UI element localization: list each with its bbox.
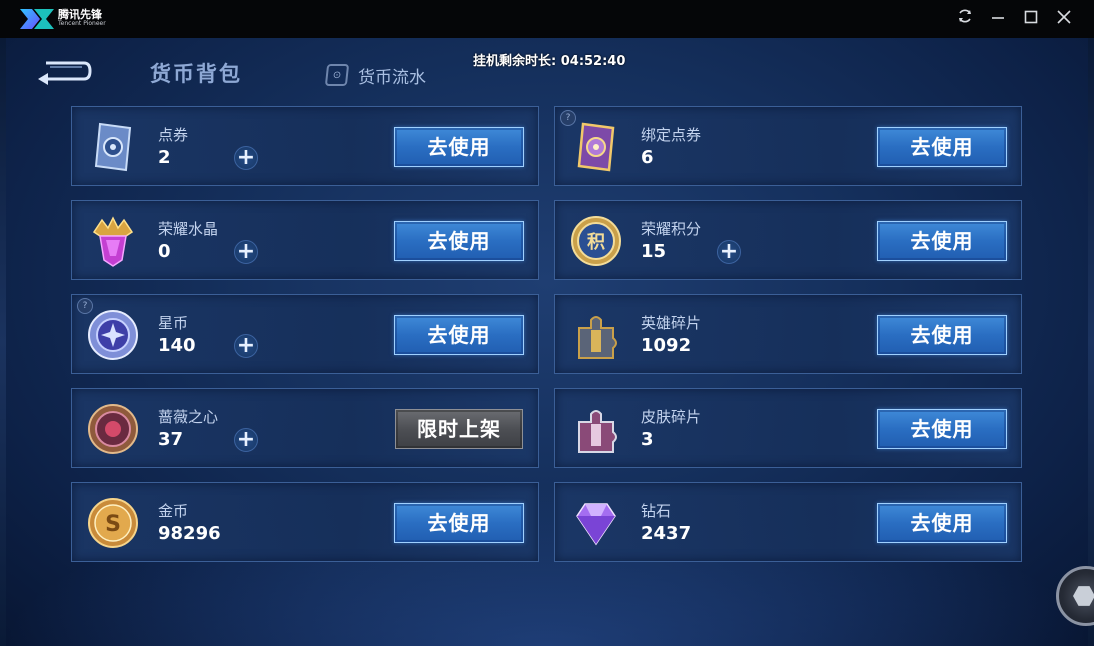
currency-card-rose-heart: 蔷薇之心 37 + 限时上架 <box>71 388 539 468</box>
currency-card-diamond: 钻石 2437 去使用 <box>554 482 1022 562</box>
use-gold-coin-button[interactable]: 去使用 <box>394 503 524 543</box>
star-coin-icon <box>88 310 138 360</box>
currency-name: 皮肤碎片 <box>641 408 702 426</box>
currency-value: 37 <box>158 429 184 450</box>
close-icon[interactable] <box>1053 8 1075 30</box>
currency-value: 140 <box>158 335 196 356</box>
currency-name: 荣耀积分 <box>641 220 702 238</box>
currency-card-bound-coupon: ? 绑定点券 6 去使用 <box>554 106 1022 186</box>
app-name: 腾讯先锋 <box>58 8 102 21</box>
currency-value: 0 <box>158 241 171 262</box>
rose-heart-icon <box>88 404 138 454</box>
currency-card-gold-coin: S 金币 98296 去使用 <box>71 482 539 562</box>
currency-card-glory-points: 积 荣耀积分 15 + 去使用 <box>554 200 1022 280</box>
diamond-icon <box>576 503 616 546</box>
bound-coupon-card-icon <box>577 122 615 172</box>
app-brand: 腾讯先锋 Tencent Pioneer <box>58 9 106 27</box>
currency-name: 绑定点券 <box>641 126 702 144</box>
add-rose-heart-button[interactable]: + <box>234 428 258 452</box>
currency-value: 2 <box>158 147 171 168</box>
currency-card-hero-fragment: 英雄碎片 1092 去使用 <box>554 294 1022 374</box>
use-diamond-button[interactable]: 去使用 <box>877 503 1007 543</box>
currency-value: 98296 <box>158 523 221 544</box>
hero-fragment-icon <box>578 316 617 359</box>
use-glory-crystal-button[interactable]: 去使用 <box>394 221 524 261</box>
currency-value: 3 <box>641 429 654 450</box>
use-coupon-button[interactable]: 去使用 <box>394 127 524 167</box>
maximize-icon[interactable] <box>1020 8 1042 30</box>
gold-coin-icon: S <box>88 498 138 548</box>
add-star-coin-button[interactable]: + <box>234 334 258 358</box>
currency-name: 荣耀水晶 <box>158 220 219 238</box>
frame-left <box>0 38 6 646</box>
gold-coin-icon-text: S <box>105 512 121 537</box>
back-button[interactable] <box>36 58 94 88</box>
floating-assist-button[interactable] <box>1056 566 1094 626</box>
currency-value: 2437 <box>641 523 692 544</box>
currency-flow-icon: ⊙ <box>324 64 350 86</box>
window-titlebar: 腾讯先锋 Tencent Pioneer <box>0 0 1094 38</box>
currency-value: 1092 <box>641 335 692 356</box>
currency-name: 点券 <box>158 126 189 144</box>
limited-time-button[interactable]: 限时上架 <box>395 409 523 449</box>
currency-name: 蔷薇之心 <box>158 408 219 426</box>
game-viewport: 货币背包 ⊙ 货币流水 挂机剩余时长: 04:52:40 点券 2 + 去使用 … <box>0 38 1094 646</box>
skin-fragment-icon <box>578 410 617 453</box>
currency-card-skin-fragment: 皮肤碎片 3 去使用 <box>554 388 1022 468</box>
glory-crystal-icon <box>92 216 134 267</box>
use-bound-coupon-button[interactable]: 去使用 <box>877 127 1007 167</box>
currency-value: 6 <box>641 147 654 168</box>
use-hero-fragment-button[interactable]: 去使用 <box>877 315 1007 355</box>
refresh-icon[interactable] <box>954 8 976 30</box>
currency-card-coupon: 点券 2 + 去使用 <box>71 106 539 186</box>
currency-name: 英雄碎片 <box>641 314 702 332</box>
currency-card-star-coin: ? 星币 140 + 去使用 <box>71 294 539 374</box>
page-title: 货币背包 <box>150 62 242 86</box>
add-glory-points-button[interactable]: + <box>717 240 741 264</box>
currency-name: 钻石 <box>641 502 672 520</box>
hexagon-icon <box>1073 586 1094 606</box>
minimize-icon[interactable] <box>987 8 1009 30</box>
app-logo-icon <box>20 9 54 29</box>
currency-name: 星币 <box>158 314 189 332</box>
use-skin-fragment-button[interactable]: 去使用 <box>877 409 1007 449</box>
currency-card-glory-crystal: 荣耀水晶 0 + 去使用 <box>71 200 539 280</box>
use-star-coin-button[interactable]: 去使用 <box>394 315 524 355</box>
coupon-card-icon <box>94 122 132 172</box>
glory-points-icon-text: 积 <box>587 232 605 253</box>
currency-value: 15 <box>641 241 667 262</box>
tab-currency-flow[interactable]: ⊙ 货币流水 <box>324 62 426 88</box>
add-glory-crystal-button[interactable]: + <box>234 240 258 264</box>
glory-points-icon: 积 <box>571 216 621 266</box>
app-subtitle: Tencent Pioneer <box>58 20 106 27</box>
currency-name: 金币 <box>158 502 189 520</box>
frame-right <box>1088 38 1094 646</box>
idle-timer: 挂机剩余时长: 04:52:40 <box>473 54 626 69</box>
tab-currency-flow-label: 货币流水 <box>358 67 426 88</box>
use-glory-points-button[interactable]: 去使用 <box>877 221 1007 261</box>
add-coupon-button[interactable]: + <box>234 146 258 170</box>
